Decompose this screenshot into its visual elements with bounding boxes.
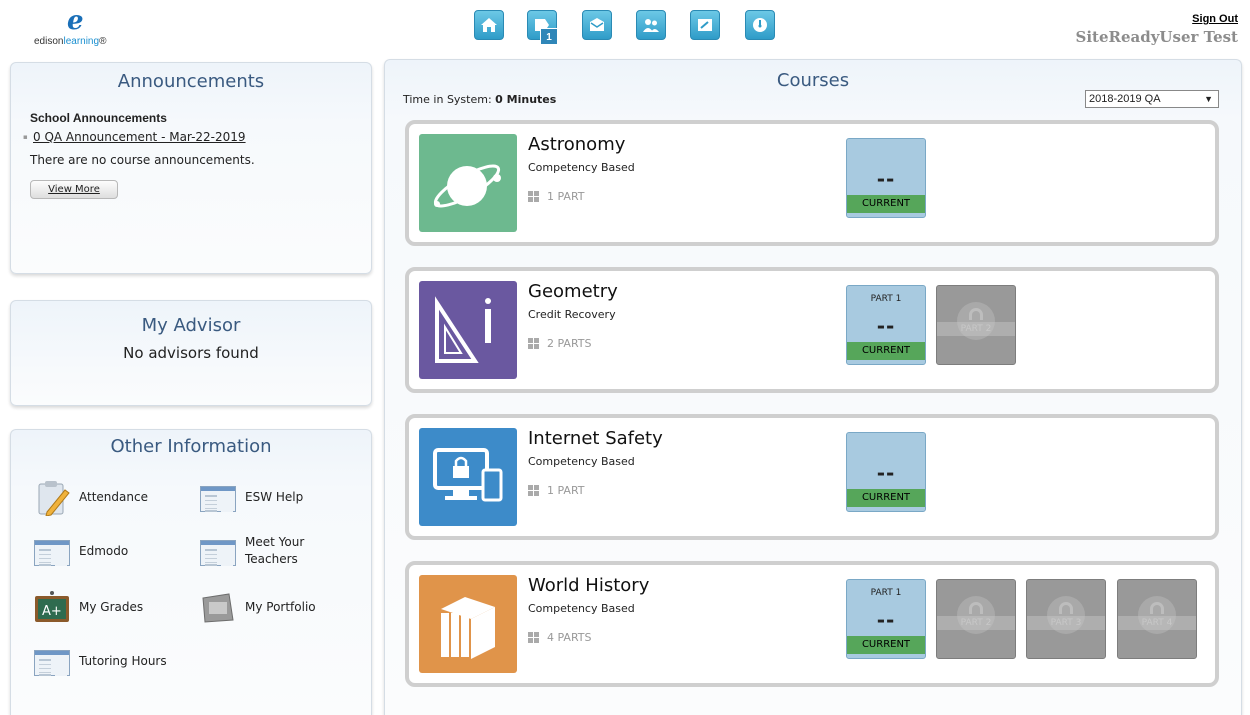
chalkboard-icon: A+ (33, 588, 71, 626)
home-icon[interactable] (474, 10, 504, 40)
edison-learning-logo[interactable]: e edisonlearning® (34, 8, 144, 48)
course-card-astronomy[interactable]: Astronomy Competency Based 1 PART -- CUR… (405, 120, 1219, 246)
my-portfolio-link[interactable]: My Portfolio (199, 588, 316, 626)
current-part-tile[interactable]: PART 1 -- CURRENT (846, 285, 926, 365)
grid-icon (528, 191, 539, 202)
current-part-tile[interactable]: -- CURRENT (846, 432, 926, 512)
user-name: SiteReadyUser Test (1075, 28, 1239, 46)
time-in-system: Time in System: 0 Minutes (403, 93, 557, 106)
other-information-panel: Other Information Attendance ESW Help Ed… (10, 429, 372, 715)
school-announcements-heading: School Announcements (30, 111, 167, 125)
course-type: Credit Recovery (528, 308, 616, 321)
attendance-link[interactable]: Attendance (33, 478, 148, 517)
meet-your-teachers-label: Meet Your Teachers (245, 535, 305, 566)
status-badge: CURRENT (847, 636, 925, 654)
esw-help-label: ESW Help (245, 489, 304, 504)
grade-value: -- (876, 461, 896, 485)
advisor-panel: My Advisor No advisors found (10, 300, 372, 406)
grade-value: -- (876, 608, 896, 632)
announcements-title: Announcements (117, 71, 265, 92)
grade-value: -- (876, 167, 896, 191)
window-icon (33, 532, 71, 570)
notes-icon[interactable] (690, 10, 720, 40)
locked-part-tile: PART 4 (1117, 579, 1197, 659)
window-icon (199, 478, 237, 516)
window-icon (33, 642, 71, 680)
course-type: Competency Based (528, 455, 635, 468)
portfolio-icon (199, 588, 237, 626)
grid-icon (528, 338, 539, 349)
course-announcements-message: There are no course announcements. (30, 153, 255, 167)
course-name[interactable]: Geometry (528, 281, 618, 302)
books-icon (419, 575, 517, 673)
course-parts: 2 PARTS (528, 337, 592, 350)
logo-wordmark: edisonlearning® (34, 36, 107, 47)
courses-title: Courses (776, 70, 850, 91)
term-select[interactable]: 2018-2019 QA ▼ (1085, 90, 1219, 108)
meet-your-teachers-link[interactable]: Meet Your Teachers (199, 532, 325, 570)
notification-count-badge: 1 (540, 28, 558, 45)
other-information-title: Other Information (110, 436, 272, 457)
course-name[interactable]: Internet Safety (528, 428, 663, 449)
grid-icon (528, 485, 539, 496)
tutoring-hours-link[interactable]: Tutoring Hours (33, 642, 167, 680)
course-parts: 4 PARTS (528, 631, 592, 644)
grid-icon (528, 632, 539, 643)
course-card-internet-safety[interactable]: Internet Safety Competency Based 1 PART … (405, 414, 1219, 540)
view-more-button[interactable]: View More (30, 180, 118, 199)
course-parts: 1 PART (528, 190, 585, 203)
mail-icon[interactable] (582, 10, 612, 40)
advisor-message: No advisors found (123, 344, 259, 362)
planet-icon (419, 134, 517, 232)
status-badge: CURRENT (847, 342, 925, 360)
esw-help-link[interactable]: ESW Help (199, 478, 303, 516)
current-part-tile[interactable]: PART 1 -- CURRENT (846, 579, 926, 659)
my-grades-label: My Grades (79, 599, 144, 614)
window-icon (199, 532, 237, 570)
course-name[interactable]: World History (528, 575, 649, 596)
my-grades-link[interactable]: A+ My Grades (33, 588, 143, 626)
dropdown-arrow-icon: ▼ (1204, 94, 1213, 104)
course-name[interactable]: Astronomy (528, 134, 625, 155)
svg-text:A+: A+ (42, 604, 62, 619)
current-part-tile[interactable]: -- CURRENT (846, 138, 926, 218)
announcement-link[interactable]: 0 QA Announcement - Mar-22-2019 (23, 130, 246, 144)
attendance-label: Attendance (79, 489, 148, 504)
status-badge: CURRENT (847, 489, 925, 507)
my-portfolio-label: My Portfolio (245, 599, 316, 614)
locked-part-tile: PART 3 (1026, 579, 1106, 659)
status-badge: CURRENT (847, 195, 925, 213)
clipboard-pencil-icon (33, 478, 71, 517)
grade-value: -- (876, 314, 896, 338)
course-type: Competency Based (528, 602, 635, 615)
ruler-pencil-icon (419, 281, 517, 379)
course-parts: 1 PART (528, 484, 585, 497)
course-type: Competency Based (528, 161, 635, 174)
gauge-icon[interactable] (745, 10, 775, 40)
tutoring-hours-label: Tutoring Hours (79, 653, 167, 668)
devices-lock-icon (419, 428, 517, 526)
people-icon[interactable] (636, 10, 666, 40)
locked-part-tile: PART 2 (936, 285, 1016, 365)
locked-part-tile: PART 2 (936, 579, 1016, 659)
course-card-geometry[interactable]: Geometry Credit Recovery 2 PARTS PART 1 … (405, 267, 1219, 393)
announcements-panel: Announcements School Announcements 0 QA … (10, 62, 372, 274)
advisor-title: My Advisor (141, 315, 241, 336)
edmodo-link[interactable]: Edmodo (33, 532, 128, 570)
course-card-world-history[interactable]: World History Competency Based 4 PARTS P… (405, 561, 1219, 687)
courses-panel: Courses Time in System: 0 Minutes 2018-2… (384, 59, 1242, 715)
logo-mark: e (67, 6, 84, 36)
sign-out-link[interactable]: Sign Out (1192, 13, 1238, 25)
edmodo-label: Edmodo (79, 543, 129, 558)
